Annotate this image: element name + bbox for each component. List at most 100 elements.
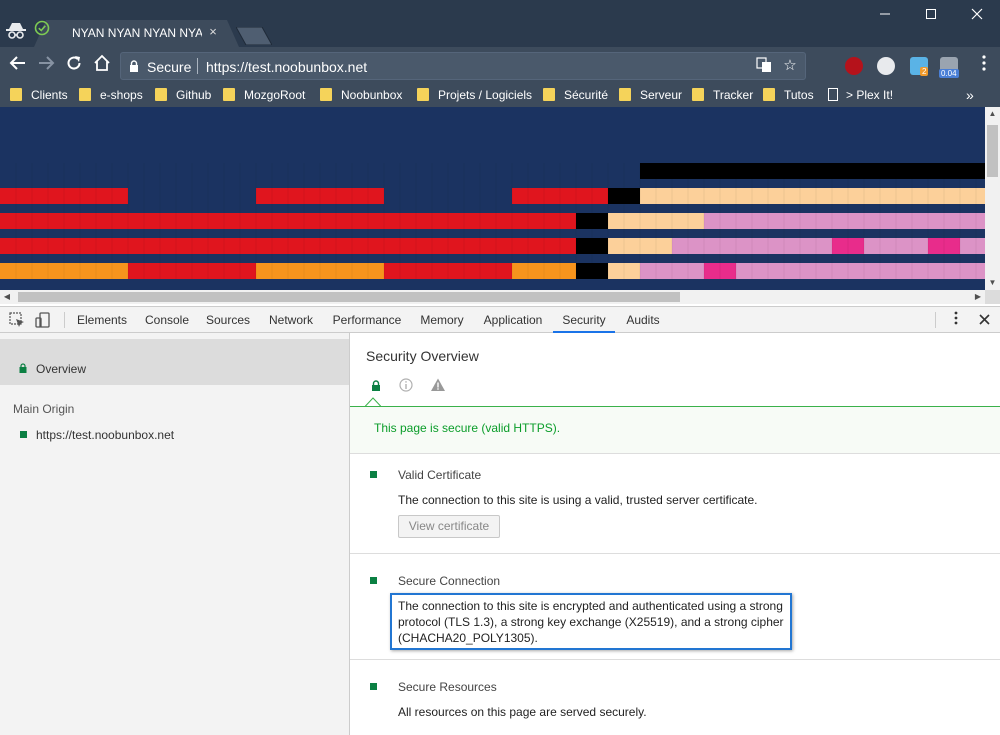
translate-icon[interactable] <box>755 57 773 75</box>
address-bar[interactable]: Secure https://test.noobunbox.net ☆ <box>120 52 806 80</box>
bookmark-label: Clients <box>31 88 68 102</box>
omnibox-separator <box>197 58 198 74</box>
folder-icon <box>79 88 91 101</box>
horizontal-scrollbar[interactable]: ◀ ▶ <box>0 290 985 304</box>
secure-status-square-icon <box>370 577 377 584</box>
bookmark-plex-it[interactable]: > Plex It! <box>828 87 893 104</box>
secure-resources-section: Secure Resources All resources on this p… <box>350 680 1000 730</box>
bookmark-label: Tracker <box>713 88 754 102</box>
vertical-scrollbar[interactable]: ▲ ▼ <box>985 107 1000 290</box>
home-icon[interactable] <box>90 54 114 78</box>
tab-memory[interactable]: Memory <box>413 307 471 333</box>
bookmark-projets-logiciels[interactable]: Projets / Logiciels <box>417 87 532 104</box>
bookmark-clients[interactable]: Clients <box>10 87 68 104</box>
inspect-element-icon[interactable] <box>8 311 26 329</box>
reload-icon[interactable] <box>62 54 86 78</box>
scroll-left-arrow-icon[interactable]: ◀ <box>0 290 14 304</box>
bookmark-github[interactable]: Github <box>155 87 211 104</box>
folder-icon <box>417 88 429 101</box>
folder-icon <box>763 88 775 101</box>
section-description: All resources on this page are served se… <box>398 705 647 719</box>
menu-kebab-icon[interactable] <box>972 54 996 78</box>
toolbar-divider <box>64 312 65 328</box>
main-origin-heading: Main Origin <box>13 402 75 416</box>
bookmark-label: Tutos <box>784 88 814 102</box>
security-overview-title: Security Overview <box>366 348 479 364</box>
warning-icon <box>431 378 445 391</box>
bookmark-label: Projets / Logiciels <box>438 88 533 102</box>
sidebar-item-label: Overview <box>36 362 87 376</box>
forward-icon[interactable] <box>34 54 58 78</box>
devtools-close-icon[interactable] <box>974 307 994 333</box>
new-tab-button[interactable] <box>236 27 272 45</box>
secure-status-square-icon <box>20 431 27 438</box>
bookmark-label: Github <box>176 88 212 102</box>
scroll-right-arrow-icon[interactable]: ▶ <box>971 290 985 304</box>
tab-close-icon[interactable]: × <box>206 24 220 40</box>
bookmark-label: Noobunbox <box>341 88 403 102</box>
info-icon <box>399 378 413 392</box>
bookmark-e-shops[interactable]: e-shops <box>79 87 143 104</box>
divider <box>350 659 1000 660</box>
close-window-icon[interactable] <box>954 0 1000 30</box>
section-description: The connection to this site is using a v… <box>398 493 758 507</box>
tab-network[interactable]: Network <box>261 307 321 333</box>
tab-application[interactable]: Application <box>477 307 549 333</box>
sidebar-item-overview[interactable]: Overview <box>0 339 349 385</box>
bookmark-label: Serveur <box>640 88 683 102</box>
horizontal-scroll-thumb[interactable] <box>18 292 680 302</box>
scroll-up-arrow-icon[interactable]: ▲ <box>985 107 1000 121</box>
tab-security[interactable]: Security <box>553 307 615 333</box>
security-summary-text: This page is secure (valid HTTPS). <box>374 421 561 435</box>
tab-performance[interactable]: Performance <box>327 307 407 333</box>
url-text[interactable]: https://test.noobunbox.net <box>206 59 367 75</box>
device-toolbar-icon[interactable] <box>34 311 52 329</box>
section-title: Secure Resources <box>398 680 497 694</box>
secure-status-square-icon <box>370 471 377 478</box>
bookmark-star-icon[interactable]: ☆ <box>781 57 799 75</box>
highlight-annotation-box <box>390 593 792 650</box>
devtools-menu-icon[interactable] <box>946 307 966 333</box>
bookmark-label: e-shops <box>100 88 143 102</box>
bookmark-securite[interactable]: Sécurité <box>543 87 608 104</box>
ip-extension-icon[interactable] <box>877 57 895 75</box>
extension-badge: 0.04 <box>939 69 959 78</box>
folder-icon <box>155 88 167 101</box>
sidebar-item-origin[interactable]: https://test.noobunbox.net <box>20 428 174 442</box>
minimize-icon[interactable] <box>862 0 908 30</box>
tab-elements[interactable]: Elements <box>70 307 134 333</box>
browser-tab[interactable]: NYAN NYAN NYAN NYAN × <box>34 20 239 47</box>
gem-extension-icon[interactable]: 2 <box>910 57 929 76</box>
ublock-icon[interactable] <box>845 57 863 75</box>
folder-icon <box>692 88 704 101</box>
security-summary: This page is secure (valid HTTPS). <box>350 407 1000 453</box>
maximize-icon[interactable] <box>908 0 954 30</box>
folder-icon <box>619 88 631 101</box>
scrollbar-corner <box>985 290 1000 304</box>
vertical-scroll-thumb[interactable] <box>987 125 998 177</box>
incognito-icon <box>6 23 26 39</box>
bookmark-serveur[interactable]: Serveur <box>619 87 682 104</box>
tab-audits[interactable]: Audits <box>619 307 667 333</box>
extension-badge: 2 <box>920 67 929 76</box>
bookmark-tracker[interactable]: Tracker <box>692 87 753 104</box>
toolbar-divider <box>935 312 936 328</box>
divider <box>350 553 1000 554</box>
section-title: Valid Certificate <box>398 468 482 482</box>
bookmark-tutos[interactable]: Tutos <box>763 87 814 104</box>
scroll-down-arrow-icon[interactable]: ▼ <box>985 276 1000 290</box>
folder-icon <box>223 88 235 101</box>
tab-console[interactable]: Console <box>136 307 198 333</box>
bookmarks-overflow-button[interactable]: » <box>966 87 974 104</box>
lock-icon <box>130 60 138 72</box>
view-certificate-button[interactable]: View certificate <box>398 515 500 538</box>
bookmark-mozgoroot[interactable]: MozgoRoot <box>223 87 305 104</box>
folder-icon <box>10 88 22 101</box>
back-icon[interactable] <box>6 54 30 78</box>
bookmark-noobunbox[interactable]: Noobunbox <box>320 87 402 104</box>
tab-sources[interactable]: Sources <box>200 307 256 333</box>
speed-extension-icon[interactable]: 0.04 <box>939 57 959 78</box>
section-title: Secure Connection <box>398 574 501 588</box>
secure-status-square-icon <box>370 683 377 690</box>
divider <box>350 453 1000 454</box>
